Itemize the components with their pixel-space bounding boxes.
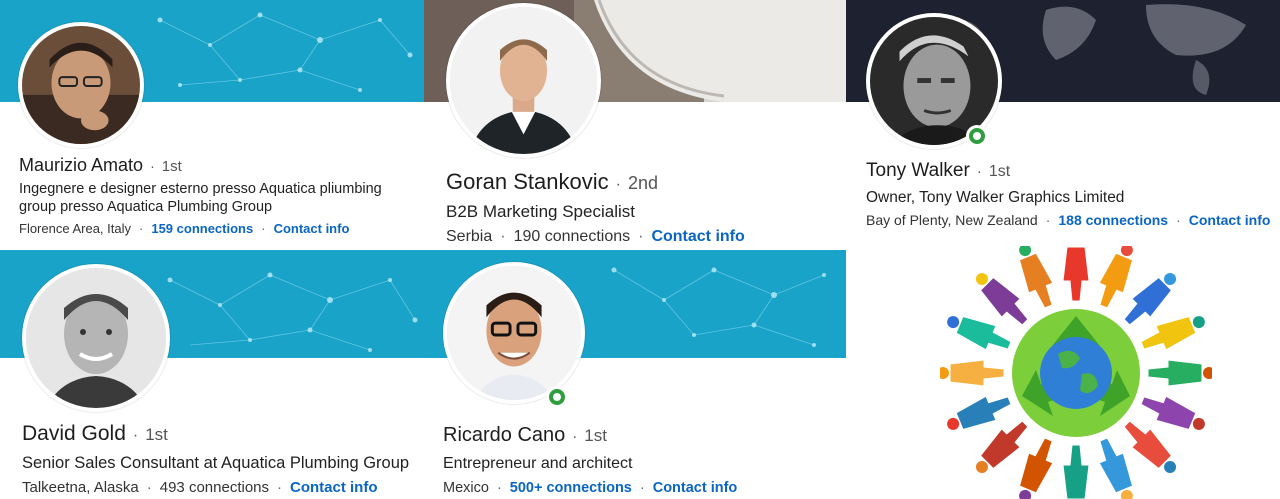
profile-card-ricardo: Ricardo Cano · 1st Entrepreneur and arch…: [424, 250, 846, 499]
profile-headline: Entrepreneur and architect: [443, 455, 633, 472]
contact-info-link[interactable]: Contact info: [1189, 212, 1271, 228]
connections-count[interactable]: 493 connections: [160, 479, 269, 496]
profile-name[interactable]: Maurizio Amato: [19, 155, 143, 176]
separator-dot: ·: [638, 228, 644, 245]
online-status-icon: [546, 386, 568, 408]
profile-avatar[interactable]: [446, 3, 601, 158]
recycle-globe-people-icon: [937, 234, 1215, 499]
connections-count[interactable]: 190 connections: [514, 228, 631, 246]
profile-meta: Talkeetna, Alaska · 493 connections · Co…: [22, 479, 378, 496]
profile-name[interactable]: Goran Stankovic: [446, 169, 609, 195]
profile-meta: Bay of Plenty, New Zealand · 188 connect…: [866, 212, 1270, 228]
profile-location: Bay of Plenty, New Zealand: [866, 212, 1038, 228]
profile-headline: Ingegnere e designer esterno presso Aqua…: [19, 181, 382, 216]
profile-name[interactable]: Ricardo Cano: [443, 424, 565, 447]
separator-dot: ·: [496, 480, 502, 496]
contact-info-link[interactable]: Contact info: [274, 221, 350, 236]
person-figure: [1098, 244, 1134, 309]
connection-degree: 1st: [988, 163, 1011, 180]
profile-card-goran: Goran Stankovic · 2nd B2B Marketing Spec…: [424, 0, 846, 250]
online-status-icon: [966, 125, 988, 147]
profile-headline: Owner, Tony Walker Graphics Limited: [866, 189, 1125, 206]
contact-info-link[interactable]: Contact info: [653, 480, 738, 496]
profile-location: Florence Area, Italy: [19, 221, 131, 236]
connection-degree: 1st: [161, 158, 182, 175]
separator-dot: ·: [1176, 212, 1181, 228]
connection-degree: 1st: [584, 426, 607, 445]
person-figure: [937, 359, 1005, 387]
separator-dot: ·: [277, 479, 282, 496]
connections-link[interactable]: 500+ connections: [510, 480, 632, 496]
profile-headline: Senior Sales Consultant at Aquatica Plum…: [22, 454, 410, 472]
separator-dot: ·: [146, 479, 152, 496]
profile-location: Mexico: [443, 480, 489, 496]
profile-meta: Serbia · 190 connections · Contact info: [446, 228, 745, 246]
connections-link[interactable]: 159 connections: [151, 221, 253, 236]
profile-avatar[interactable]: [18, 22, 144, 148]
contact-info-link[interactable]: Contact info: [651, 228, 744, 246]
connection-degree: 2nd: [627, 173, 659, 193]
profile-card-tony: Tony Walker · 1st Owner, Tony Walker Gra…: [846, 0, 1280, 246]
separator-dot: ·: [139, 221, 144, 236]
profile-name[interactable]: David Gold: [22, 422, 126, 446]
profile-card-maurizio: Maurizio Amato · 1st Ingegnere e designe…: [0, 0, 424, 248]
separator-dot: ·: [132, 427, 139, 444]
separator-dot: ·: [1045, 212, 1051, 228]
profile-meta: Florence Area, Italy · 159 connections ·…: [19, 221, 349, 236]
profile-name-row: Maurizio Amato · 1st: [19, 155, 182, 176]
profile-location: Serbia: [446, 228, 493, 245]
separator-dot: ·: [150, 158, 155, 174]
connection-degree: 1st: [145, 425, 168, 444]
person-figure: [1018, 437, 1054, 499]
profile-headline: B2B Marketing Specialist: [446, 202, 635, 221]
person-figure: [1098, 437, 1134, 499]
profile-name[interactable]: Tony Walker: [866, 160, 970, 182]
person-figure: [1018, 244, 1054, 309]
person-figure: [1062, 444, 1090, 499]
profile-name-row: Tony Walker · 1st: [866, 160, 1010, 182]
profile-meta: Mexico · 500+ connections · Contact info: [443, 480, 737, 496]
profile-location: Talkeetna, Alaska: [22, 479, 139, 496]
profile-avatar[interactable]: [22, 264, 170, 412]
profile-name-row: Ricardo Cano · 1st: [443, 424, 607, 447]
separator-dot: ·: [572, 428, 578, 445]
connections-link[interactable]: 188 connections: [1058, 212, 1168, 228]
profile-card-david: David Gold · 1st Senior Sales Consultant…: [0, 250, 424, 499]
separator-dot: ·: [615, 176, 621, 193]
separator-dot: ·: [639, 480, 645, 496]
separator-dot: ·: [500, 228, 506, 245]
separator-dot: ·: [976, 163, 982, 180]
person-figure: [1147, 359, 1215, 387]
profile-name-row: Goran Stankovic · 2nd: [446, 169, 658, 195]
profile-avatar[interactable]: [443, 262, 585, 404]
profile-name-row: David Gold · 1st: [22, 422, 168, 446]
person-figure: [1062, 234, 1090, 302]
separator-dot: ·: [261, 221, 266, 236]
contact-info-link[interactable]: Contact info: [290, 479, 378, 496]
